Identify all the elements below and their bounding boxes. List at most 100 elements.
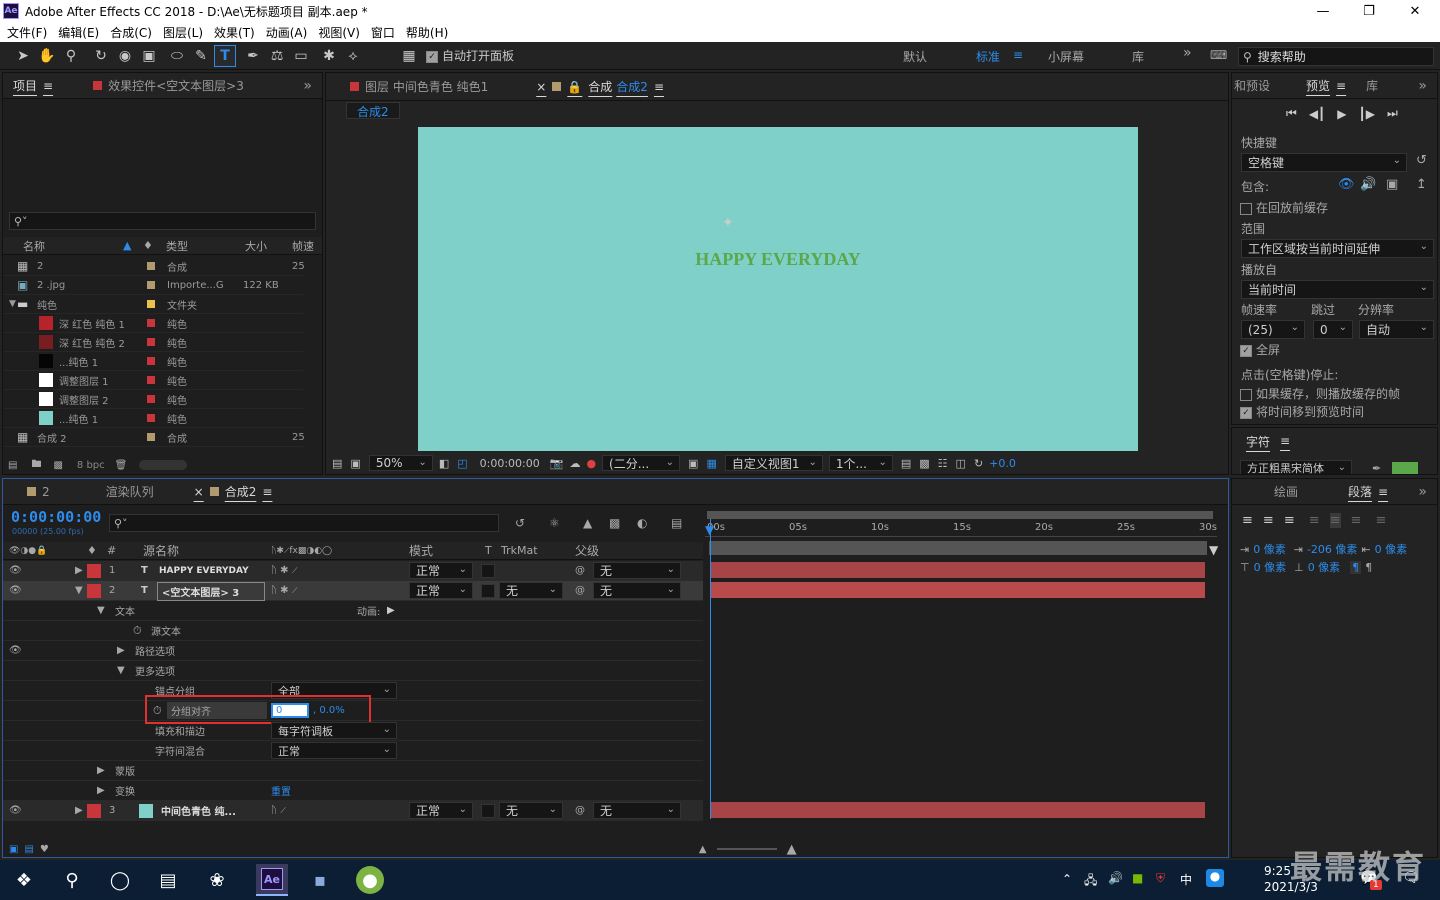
skip-dropdown[interactable]: 0 ⌄ <box>1313 320 1353 339</box>
collapse-arrow-icon[interactable]: ▼ <box>75 585 83 596</box>
workspace-small-screen[interactable]: 小屏幕 <box>1048 48 1084 65</box>
tab-character[interactable]: 字符 ≡ <box>1232 428 1300 454</box>
composition-canvas[interactable]: ✦ HAPPY EVERYDAY <box>418 127 1138 451</box>
more-tabs-icon[interactable]: » <box>1408 73 1437 99</box>
panel-menu-icon[interactable]: ≡ <box>1378 485 1388 499</box>
eye-icon[interactable]: 👁 <box>9 565 22 576</box>
mode-dropdown[interactable]: 正常 ⌄ <box>409 802 473 819</box>
project-item[interactable]: ▦ 合成 2 合成 25 <box>3 428 305 447</box>
tab-library[interactable]: 库 <box>1356 73 1388 99</box>
include-overlays-icon[interactable]: ▣ <box>1386 177 1398 192</box>
layer-switches-icon[interactable]: ᚢ ⟋ <box>271 805 286 816</box>
security-icon[interactable]: ⛨ <box>1156 871 1165 886</box>
show-snapshot-icon[interactable]: ☁ <box>569 457 580 470</box>
tray-expand-icon[interactable]: ⌃ <box>1062 872 1072 886</box>
work-area-end-icon[interactable]: ▼ <box>1209 543 1218 557</box>
layer-row-2[interactable]: 👁 ▼ 2 T <空文本图层> 3 ᚢ ✱ ⟋ 正常 ⌄ 无 ⌄ @ 无 ⌄ <box>3 581 703 601</box>
prop-blend[interactable]: 字符间混合 正常 ⌄ <box>3 741 703 761</box>
panel-menu-icon[interactable]: ≡ <box>1336 79 1346 93</box>
indent-right-value[interactable]: 0 像素 <box>1375 541 1408 557</box>
indent-left-value[interactable]: 0 像素 <box>1253 541 1286 557</box>
layer-name[interactable]: <空文本图层> 3 <box>157 582 265 601</box>
auto-open-panels-checkbox[interactable]: ✓ 自动打开面板 <box>426 47 514 64</box>
nvidia-icon[interactable]: ■ <box>1132 871 1143 885</box>
layer-name[interactable]: HAPPY EVERYDAY <box>159 566 249 576</box>
project-item[interactable]: ...纯色 1 纯色 <box>3 352 303 371</box>
resolution-preview-dropdown[interactable]: 自动 ⌄ <box>1359 320 1434 339</box>
project-item[interactable]: ▼ ▬ 纯色 文件夹 <box>3 295 303 314</box>
panel-menu-icon[interactable]: ≡ <box>43 79 53 93</box>
parent-dropdown[interactable]: 无 ⌄ <box>593 582 681 599</box>
next-frame-icon[interactable]: ┃▶ <box>1359 107 1375 121</box>
clock-time[interactable]: 9:25 <box>1264 864 1291 878</box>
windows-start-icon[interactable]: ❖ <box>10 866 38 894</box>
snapping-icon[interactable]: ▦ <box>398 45 420 67</box>
reset-exposure-icon[interactable]: ↻ <box>974 457 983 470</box>
move-time-checkbox[interactable]: ✓ 将时间移到预览时间 <box>1240 403 1364 420</box>
label-color-icon[interactable] <box>147 395 155 403</box>
app-window-icon[interactable]: ▪ <box>306 866 334 894</box>
close-tab-icon[interactable]: × <box>536 80 546 94</box>
zoom-out-icon[interactable]: ▲ <box>699 844 707 855</box>
eraser-tool-icon[interactable]: ▭ <box>290 45 312 67</box>
menu-file[interactable]: 文件(F) <box>7 24 47 41</box>
menu-edit[interactable]: 编辑(E) <box>58 24 99 41</box>
play-from-dropdown[interactable]: 当前时间 ⌄ <box>1241 280 1434 299</box>
project-item[interactable]: ...纯色 1 纯色 <box>3 409 303 428</box>
pinwheel-app-icon[interactable]: ❀ <box>203 866 231 894</box>
play-icon[interactable]: ▶ <box>1337 107 1346 121</box>
eye-icon[interactable]: 👁 <box>9 645 22 656</box>
layer-row-3[interactable]: 👁 ▶ 3 中间色青色 纯... ᚢ ⟋ 正常 ⌄ 无 ⌄ @ 无 ⌄ <box>3 801 703 821</box>
align-center-icon[interactable]: ≡ <box>1263 513 1274 528</box>
label-color-icon[interactable] <box>147 262 155 270</box>
layer-bar-2[interactable] <box>711 582 1205 598</box>
col-mode[interactable]: 模式 <box>409 542 433 559</box>
zoom-dropdown[interactable]: 50% ⌄ <box>368 455 433 471</box>
search-help-input[interactable]: ⚲ 搜索帮助 <box>1238 47 1434 66</box>
label-color-icon[interactable] <box>147 414 155 422</box>
fast-preview-icon[interactable]: ▩ <box>919 457 929 470</box>
pick-whip-icon[interactable]: @ <box>575 565 585 576</box>
ime-indicator[interactable]: 中 <box>1180 871 1192 888</box>
prop-group-align[interactable]: ⏱ 分组对齐 0 , 0.0% <box>3 695 703 724</box>
tab-effect-controls[interactable]: 效果控件<空文本图层>3 <box>83 73 254 99</box>
prop-path-options[interactable]: 👁 ▶ 路径选项 <box>3 641 703 661</box>
selection-tool-icon[interactable]: ➤ <box>12 45 34 67</box>
ltr-direction-icon[interactable]: ¶ <box>1350 560 1362 574</box>
mask-visibility-icon[interactable]: ◰ <box>457 457 467 470</box>
brush-tool-icon[interactable]: ✒ <box>242 45 264 67</box>
puppet-pin-tool-icon[interactable]: ⟡ <box>342 45 364 67</box>
project-item[interactable]: ▣ 2 .jpg Importe...G 122 KB <box>3 276 303 295</box>
expand-arrow-icon[interactable]: ▶ <box>117 645 125 656</box>
tab-effects-presets[interactable]: 和预设 <box>1232 73 1280 99</box>
range-dropdown[interactable]: 工作区域按当前时间延伸 ⌄ <box>1241 239 1434 258</box>
lock-icon[interactable]: 🔒 <box>567 80 582 94</box>
layer-name[interactable]: 中间色青色 纯... <box>161 803 236 818</box>
include-audio-icon[interactable]: 🔊 <box>1360 177 1376 192</box>
snapshot-icon[interactable]: 📷 <box>550 457 564 470</box>
label-color-icon[interactable] <box>147 319 155 327</box>
motion-blur-icon[interactable]: ◐ <box>637 516 647 530</box>
ellipse-tool-icon[interactable]: ⬭ <box>166 45 188 67</box>
prop-masks[interactable]: ▶ 蒙版 <box>3 761 703 781</box>
task-view-icon[interactable]: ▤ <box>154 866 182 894</box>
label-color-icon[interactable] <box>147 300 155 308</box>
tab-timeline-comp[interactable]: × 合成2 ≡ <box>184 479 283 505</box>
animate-menu-icon[interactable]: ▶ <box>387 605 395 616</box>
new-folder-icon[interactable]: 🖿 <box>31 457 41 474</box>
project-item[interactable]: ▦ 2 合成 25 <box>3 257 305 276</box>
draft-3d-icon[interactable]: ⚛ <box>549 516 560 530</box>
first-frame-icon[interactable]: ⏮ <box>1286 106 1297 121</box>
panel-menu-icon[interactable]: ≡ <box>1280 434 1290 448</box>
space-before-value[interactable]: 0 像素 <box>1254 559 1287 575</box>
workspace-standard[interactable]: 标准 <box>976 48 1000 65</box>
workspace-menu-icon[interactable]: ≡ <box>1013 48 1023 62</box>
cortana-icon[interactable]: ◯ <box>106 866 134 894</box>
work-area-bar[interactable] <box>707 511 1213 519</box>
close-tab-icon[interactable]: × <box>194 485 204 499</box>
menu-animation[interactable]: 动画(A) <box>266 24 308 41</box>
graph-editor-icon[interactable]: ▤ <box>671 516 682 530</box>
justify-center-icon[interactable]: ≡ <box>1329 513 1341 528</box>
collapse-arrow-icon[interactable]: ▼ <box>97 605 105 616</box>
label-color-icon[interactable] <box>87 804 101 818</box>
